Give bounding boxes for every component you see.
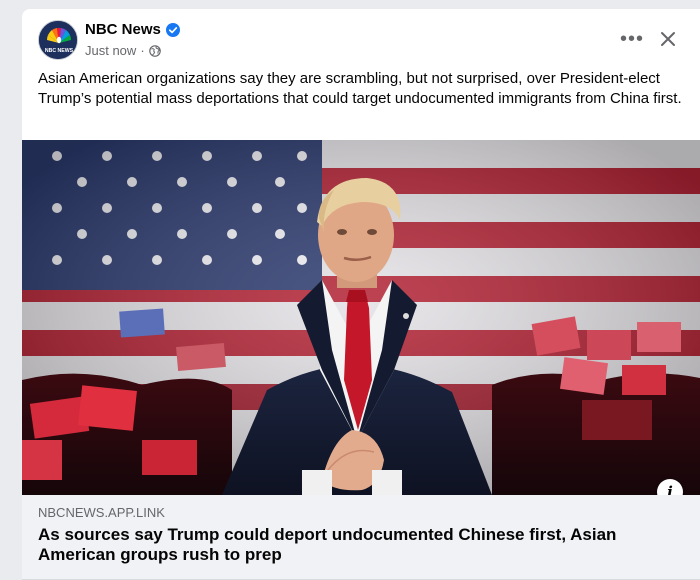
nbc-peacock-logo: NBC NEWS — [39, 21, 77, 59]
verified-badge-icon — [165, 22, 180, 37]
feed-post: NBC NEWS NBC News Just now · ••• Asian A… — [22, 9, 700, 580]
trump-rally-photo — [22, 140, 700, 495]
page-name-link[interactable]: NBC News — [85, 21, 161, 38]
link-domain: NBCNEWS.APP.LINK — [38, 505, 165, 520]
post-text: Asian American organizations say they ar… — [38, 70, 682, 107]
nbc-news-avatar[interactable]: NBC NEWS — [38, 20, 78, 60]
globe-icon[interactable] — [148, 44, 161, 57]
post-header: NBC NEWS NBC News Just now · ••• — [22, 9, 700, 71]
link-preview[interactable]: NBCNEWS.APP.LINK As sources say Trump co… — [22, 495, 700, 580]
close-icon[interactable] — [654, 25, 682, 53]
post-timestamp[interactable]: Just now — [85, 43, 136, 58]
link-title[interactable]: As sources say Trump could deport undocu… — [38, 525, 678, 565]
page-name: NBC News — [85, 21, 180, 38]
meta-separator: · — [140, 43, 145, 58]
post-image[interactable] — [22, 140, 700, 495]
more-options-icon[interactable]: ••• — [616, 27, 648, 51]
avatar-logo-text: NBC NEWS — [45, 48, 74, 54]
post-meta: Just now · — [85, 43, 161, 58]
